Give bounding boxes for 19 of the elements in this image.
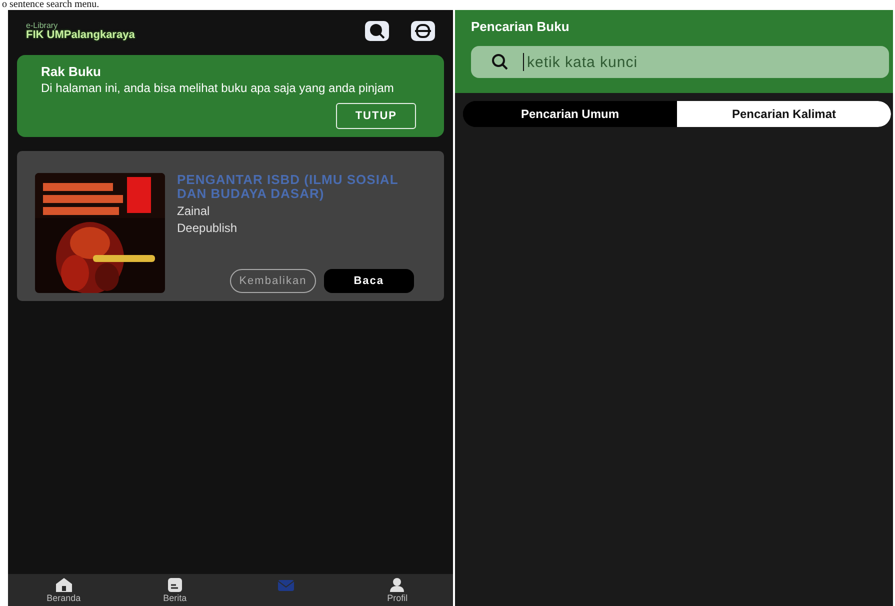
search-mode-tab[interactable]: Pencarian Kalimat [677,101,891,127]
search-button[interactable] [365,21,389,41]
return-button[interactable]: Kembalikan [230,269,316,293]
scan-button[interactable] [411,21,435,41]
close-button[interactable]: TUTUP [336,103,416,129]
envelope-icon [276,577,296,593]
home-tab[interactable]: Beranda [8,574,120,606]
house-icon [54,577,74,593]
read-button[interactable]: Baca [324,269,414,293]
info-text: Di halaman ini, anda bisa melihat buku apa saja yang anda pinjam [41,81,395,95]
book-publisher: Deepublish [177,221,238,235]
book-author: Zainal [177,204,211,218]
info-title: Rak Buku [41,64,102,79]
screen-title: Pencarian Buku [471,19,570,34]
caption-text: o sentence search menu. [1,0,100,10]
news-tab[interactable]: Berita [119,574,230,606]
search-field[interactable]: ketik kata kunci [471,46,889,78]
app-logo: e-Library FIK UMPalangkaraya [26,22,135,40]
profile-tab[interactable]: Profil [342,574,453,606]
